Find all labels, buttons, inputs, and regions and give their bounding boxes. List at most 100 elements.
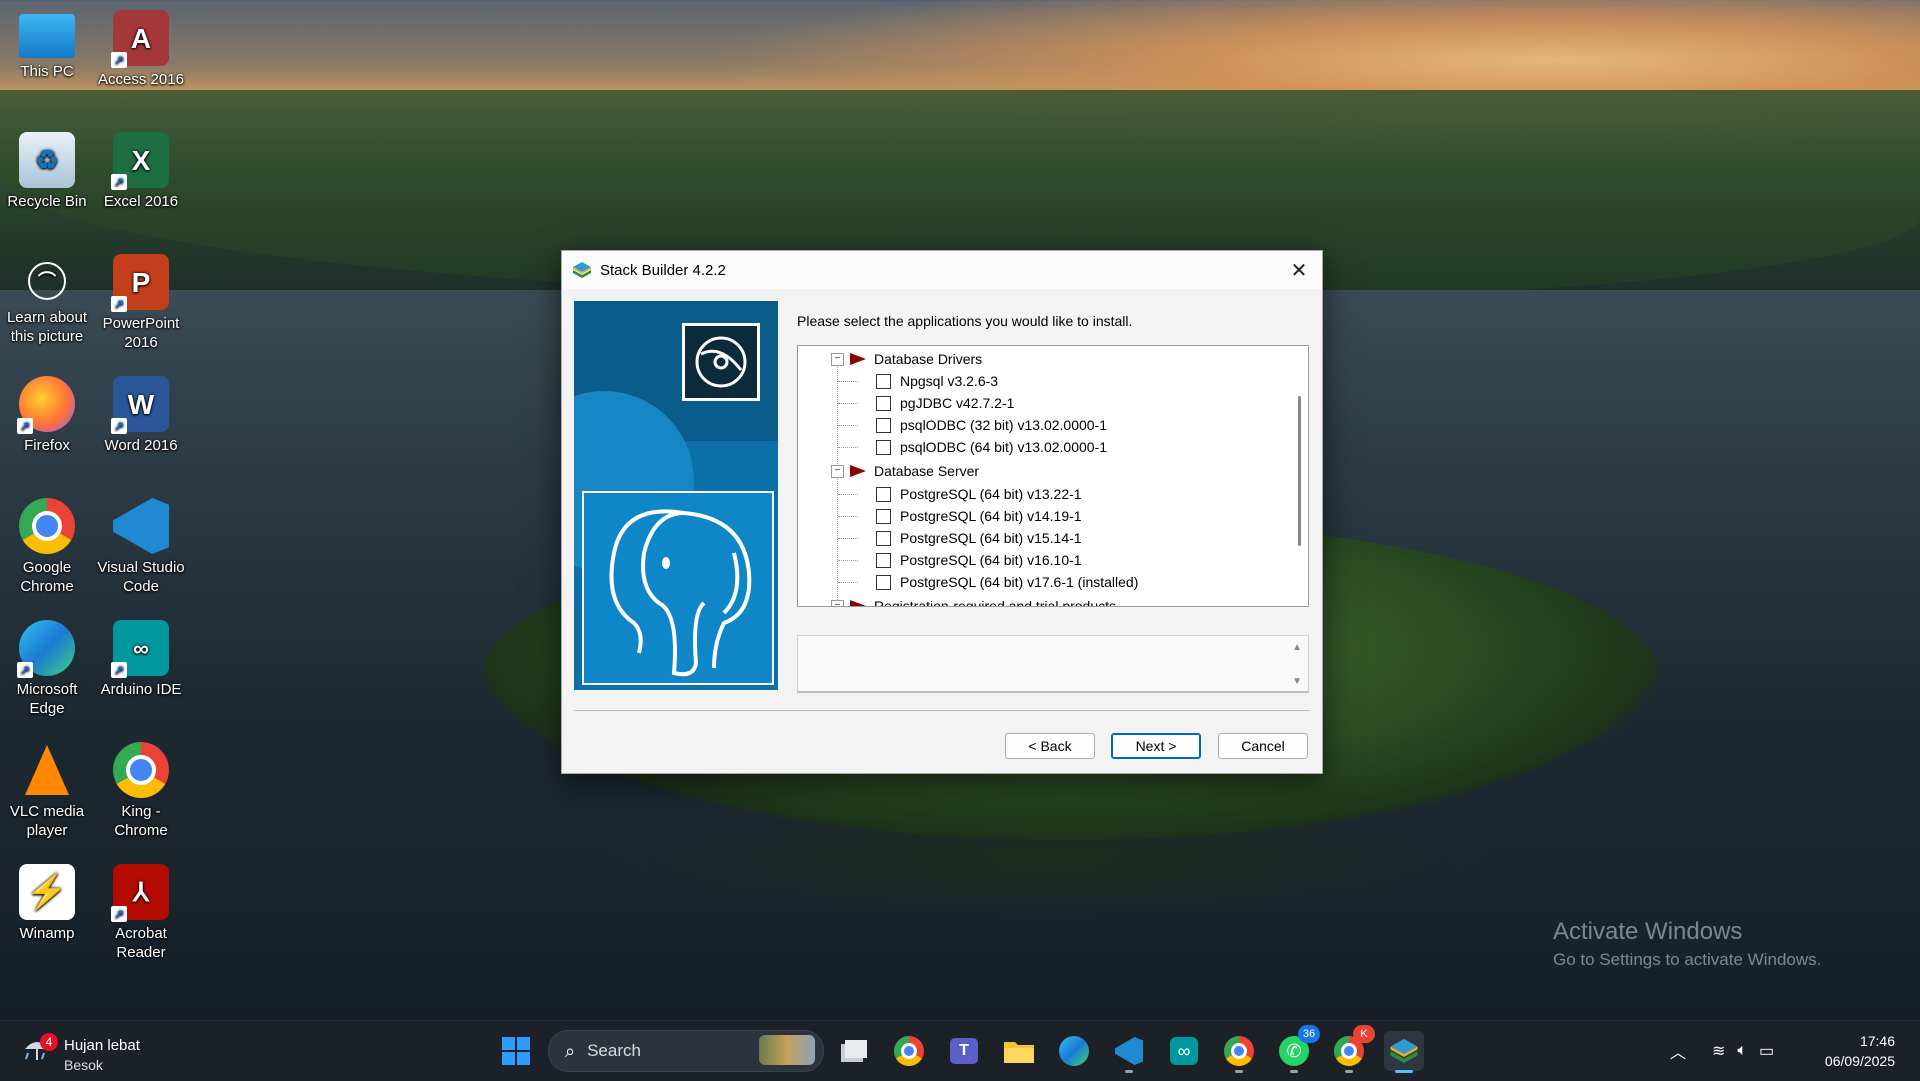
vscode-icon bbox=[1115, 1037, 1143, 1065]
item-checkbox[interactable] bbox=[876, 395, 891, 411]
tree-item[interactable]: PostgreSQL (64 bit) v15.14-1 bbox=[876, 527, 1082, 549]
tree-category-database-server[interactable]: − Database Server bbox=[831, 460, 979, 482]
taskbar-search[interactable]: ⌕ Search bbox=[548, 1030, 824, 1072]
taskbar-chrome[interactable] bbox=[889, 1031, 929, 1071]
tree-item[interactable]: psqlODBC (64 bit) v13.02.0000-1 bbox=[876, 436, 1107, 458]
desktop-icon-label: This PC bbox=[20, 63, 74, 80]
title-bar[interactable]: Stack Builder 4.2.2 ✕ bbox=[562, 251, 1322, 289]
tree-item[interactable]: PostgreSQL (64 bit) v13.22-1 bbox=[876, 483, 1082, 505]
desktop-icon-powerpoint[interactable]: P ↗ PowerPoint 2016 bbox=[94, 246, 188, 352]
shortcut-arrow-icon: ↗ bbox=[111, 906, 127, 922]
desktop-icon-vscode[interactable]: Visual Studio Code bbox=[94, 490, 188, 596]
desktop-icon-access[interactable]: A ↗ Access 2016 bbox=[94, 2, 188, 89]
category-flag-icon bbox=[850, 465, 866, 477]
scroll-up-icon[interactable]: ▲ bbox=[1292, 642, 1302, 653]
search-placeholder: Search bbox=[587, 1041, 641, 1060]
scroll-down-icon[interactable]: ▼ bbox=[1292, 676, 1302, 687]
desktop-icon-label: Acrobat Reader bbox=[115, 925, 167, 961]
taskbar-task-view[interactable] bbox=[834, 1031, 874, 1071]
taskbar-file-explorer[interactable] bbox=[999, 1031, 1039, 1071]
taskbar-chrome-profile[interactable] bbox=[1219, 1031, 1259, 1073]
tree-item[interactable]: pgJDBC v42.7.2-1 bbox=[876, 392, 1014, 414]
shortcut-arrow-icon: ↗ bbox=[17, 418, 33, 434]
desktop-icon-chrome[interactable]: Google Chrome bbox=[0, 490, 94, 596]
cd-icon bbox=[682, 323, 760, 401]
category-flag-icon bbox=[850, 600, 866, 606]
desktop-icon-acrobat[interactable]: ⅄ ↗ Acrobat Reader bbox=[94, 856, 188, 962]
application-tree[interactable]: − Database Drivers Npgsql v3.2.6-3 pgJDB… bbox=[797, 345, 1309, 607]
desktop-icon-label: VLC media player bbox=[9, 803, 85, 839]
whatsapp-badge: 36 bbox=[1298, 1025, 1320, 1043]
chevron-up-icon[interactable]: ︿ bbox=[1670, 1039, 1686, 1063]
desktop-icon-this-pc[interactable]: This PC bbox=[0, 2, 94, 81]
volume-icon[interactable]: 🔈︎ bbox=[1737, 1042, 1747, 1060]
item-checkbox[interactable] bbox=[876, 508, 891, 524]
tree-item[interactable]: PostgreSQL (64 bit) v14.19-1 bbox=[876, 505, 1082, 527]
next-button[interactable]: Next > bbox=[1111, 733, 1201, 759]
taskbar-chrome-king[interactable]: K bbox=[1329, 1025, 1375, 1073]
profile-badge: K bbox=[1353, 1025, 1375, 1043]
item-checkbox[interactable] bbox=[876, 530, 891, 546]
item-checkbox[interactable] bbox=[876, 417, 891, 433]
desktop-icon-label: Firefox bbox=[24, 437, 70, 454]
taskbar-arduino[interactable]: ∞ bbox=[1164, 1031, 1204, 1071]
start-button[interactable] bbox=[502, 1037, 530, 1065]
tree-item[interactable]: psqlODBC (32 bit) v13.02.0000-1 bbox=[876, 414, 1107, 436]
word-icon: W ↗ bbox=[111, 376, 169, 434]
taskbar-teams[interactable]: T bbox=[944, 1031, 984, 1071]
desktop-icon-label: Word 2016 bbox=[104, 437, 178, 454]
close-button[interactable]: ✕ bbox=[1276, 251, 1322, 289]
tree-category-registration[interactable]: − Registration-required and trial produc… bbox=[831, 595, 1116, 606]
back-button[interactable]: < Back bbox=[1005, 733, 1095, 759]
desktop-icon-winamp[interactable]: ⚡ Winamp bbox=[0, 856, 94, 943]
shortcut-arrow-icon: ↗ bbox=[111, 418, 127, 434]
taskbar-vscode[interactable] bbox=[1109, 1031, 1149, 1073]
category-label: Database Drivers bbox=[874, 351, 983, 367]
category-label: Database Server bbox=[874, 463, 980, 479]
stack-builder-icon bbox=[1390, 1039, 1418, 1063]
weather-condition: Hujan lebat bbox=[64, 1037, 140, 1054]
clock[interactable]: 17:46 06/09/2025 bbox=[1825, 1031, 1895, 1071]
desktop-icon-arduino[interactable]: ∞ ↗ Arduino IDE bbox=[94, 612, 188, 699]
item-checkbox[interactable] bbox=[876, 439, 891, 455]
collapse-icon[interactable]: − bbox=[831, 599, 844, 606]
tree-item[interactable]: PostgreSQL (64 bit) v16.10-1 bbox=[876, 549, 1082, 571]
dialog-title: Stack Builder 4.2.2 bbox=[600, 261, 726, 279]
item-checkbox[interactable] bbox=[876, 486, 891, 502]
taskbar-edge[interactable] bbox=[1054, 1031, 1094, 1071]
taskbar-stack-builder[interactable] bbox=[1384, 1031, 1424, 1073]
desktop-icon-firefox[interactable]: ↗ Firefox bbox=[0, 368, 94, 455]
taskbar-whatsapp[interactable]: ✆ 36 bbox=[1274, 1025, 1320, 1073]
category-flag-icon bbox=[850, 353, 866, 365]
scrollbar-thumb[interactable] bbox=[1298, 396, 1301, 546]
collapse-icon[interactable]: − bbox=[831, 352, 844, 366]
next-button-label: Next > bbox=[1135, 738, 1177, 754]
desktop-icon-edge[interactable]: ↗ Microsoft Edge bbox=[0, 612, 94, 718]
desktop-icon-recycle-bin[interactable]: ♻ Recycle Bin bbox=[0, 124, 94, 211]
cancel-button[interactable]: Cancel bbox=[1218, 733, 1308, 759]
item-checkbox[interactable] bbox=[876, 373, 891, 389]
task-view-icon bbox=[841, 1040, 867, 1062]
desktop-icon-vlc[interactable]: VLC media player bbox=[0, 734, 94, 840]
desktop-icon-learn-picture[interactable]: ⌒ Learn about this picture bbox=[0, 246, 94, 346]
wifi-icon[interactable]: ≋ bbox=[1712, 1041, 1725, 1061]
desktop-icon-excel[interactable]: X ↗ Excel 2016 bbox=[94, 124, 188, 211]
desktop-icon-king-chrome[interactable]: King - Chrome bbox=[94, 734, 188, 840]
description-box[interactable]: ▲ ▼ bbox=[797, 635, 1309, 693]
desktop-icon-label: Winamp bbox=[19, 925, 75, 942]
tree-category-database-drivers[interactable]: − Database Drivers bbox=[831, 348, 982, 370]
cancel-button-label: Cancel bbox=[1241, 738, 1285, 754]
desktop-icon-word[interactable]: W ↗ Word 2016 bbox=[94, 368, 188, 455]
tree-guide-line bbox=[838, 403, 858, 404]
collapse-icon[interactable]: − bbox=[831, 464, 844, 478]
tree-item[interactable]: Npgsql v3.2.6-3 bbox=[876, 370, 998, 392]
watermark-title: Activate Windows bbox=[1553, 918, 1743, 945]
powerpoint-icon: P ↗ bbox=[111, 254, 169, 312]
vscode-icon bbox=[113, 498, 169, 554]
tree-scrollbar[interactable] bbox=[1290, 346, 1308, 606]
tree-item[interactable]: PostgreSQL (64 bit) v17.6-1 (installed) bbox=[876, 571, 1138, 593]
shortcut-arrow-icon: ↗ bbox=[111, 296, 127, 312]
item-checkbox[interactable] bbox=[876, 552, 891, 568]
battery-icon[interactable]: ▭ bbox=[1759, 1041, 1774, 1061]
item-checkbox[interactable] bbox=[876, 574, 891, 590]
